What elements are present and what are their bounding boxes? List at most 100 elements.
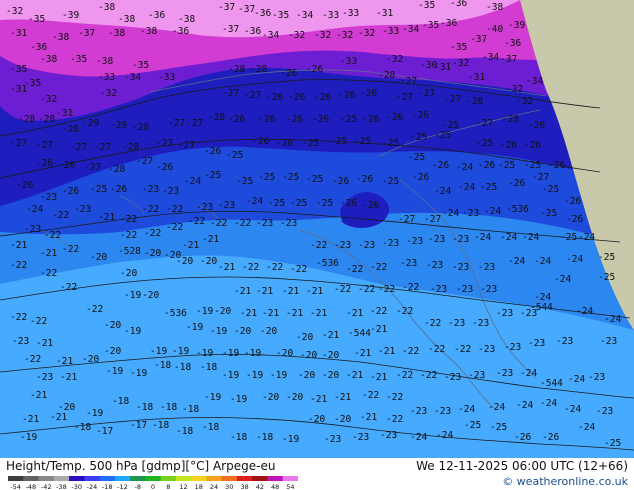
- contour-label: -26: [36, 158, 53, 169]
- contour-label: -38: [96, 56, 113, 67]
- contour-label: -25: [524, 160, 541, 171]
- contour-label: -32: [506, 84, 523, 95]
- contour-label: -24: [522, 232, 539, 243]
- contour-label: -25: [464, 420, 481, 431]
- contour-label: -25: [268, 198, 285, 209]
- contour-label: -22: [386, 414, 403, 425]
- contour-label: -18: [200, 362, 217, 373]
- contour-label: -25: [236, 176, 253, 187]
- contour-label: -23: [406, 236, 423, 247]
- colorbar-tick: -8: [134, 483, 140, 490]
- contour-label: -21: [370, 324, 387, 335]
- contour-label: -21: [234, 286, 251, 297]
- contour-label: -28: [122, 142, 139, 153]
- contour-label: -33: [98, 72, 115, 83]
- contour-label: -26: [288, 92, 305, 103]
- contour-label: -25: [410, 132, 427, 143]
- contour-label: -24: [516, 400, 533, 411]
- contour-label: -28: [62, 124, 79, 135]
- contour-label: -36: [172, 26, 189, 37]
- contour-label: -26: [386, 112, 403, 123]
- contour-label: -22: [358, 284, 375, 295]
- contour-label: -36: [30, 42, 47, 53]
- colorbar-swatch: [23, 476, 39, 481]
- contour-label: -20: [104, 346, 121, 357]
- contour-label: -26: [228, 114, 245, 125]
- contour-label: -23: [410, 406, 427, 417]
- contour-label: -22: [120, 214, 137, 225]
- contour-label: -25: [330, 136, 347, 147]
- contour-label: -25: [226, 150, 243, 161]
- contour-label: -26: [412, 110, 429, 121]
- contour-label: -23: [496, 368, 513, 379]
- contour-label: -21: [50, 412, 67, 423]
- contour-label: -20: [298, 370, 315, 381]
- contour-label: -23: [428, 234, 445, 245]
- contour-label: -19: [106, 366, 123, 377]
- contour-label: -24: [540, 398, 557, 409]
- colorbar-swatch: [84, 476, 100, 481]
- contour-label: -25: [540, 208, 557, 219]
- contour-label: -38: [118, 14, 135, 25]
- contour-label: -19: [246, 370, 263, 381]
- contour-label: -26: [306, 64, 323, 75]
- contour-label: -22: [396, 370, 413, 381]
- contour-label: -21: [98, 212, 115, 223]
- contour-label: -23: [400, 258, 417, 269]
- contour-label: -33: [158, 72, 175, 83]
- contour-label: -21: [286, 308, 303, 319]
- colorbar-swatches: [8, 476, 298, 481]
- contour-label: -544: [530, 302, 553, 313]
- contour-label: -23: [480, 284, 497, 295]
- colorbar-ticks: -54 -48 -42 -38 -30 -24 -18 -12 -8 0 8 12 18 24 30 38 42…: [10, 483, 294, 490]
- contour-label: -35: [10, 64, 27, 75]
- contour-label: -24: [578, 422, 595, 433]
- contour-label: -22: [370, 262, 387, 273]
- contour-label: -22: [346, 264, 363, 275]
- colorbar-tick: -24: [87, 483, 98, 490]
- contour-label: -22: [402, 346, 419, 357]
- colorbar-tick: -42: [41, 483, 52, 490]
- copyright-link[interactable]: © weatheronline.co.uk: [502, 475, 628, 488]
- contour-label: -21: [256, 286, 273, 297]
- contour-label: -34: [402, 24, 419, 35]
- contour-label: -25: [204, 170, 221, 181]
- colorbar-tick: 24: [210, 483, 218, 490]
- contour-label: -22: [234, 218, 251, 229]
- colorbar-swatch: [130, 476, 146, 481]
- contour-label: -23: [358, 240, 375, 251]
- contour-label: -23: [324, 434, 341, 445]
- contour-label: -18: [176, 426, 193, 437]
- contour-label: -26: [110, 184, 127, 195]
- contour-label: -19: [196, 306, 213, 317]
- colorbar-tick: 18: [195, 483, 203, 490]
- contour-label: -20: [276, 348, 293, 359]
- contour-label: -23: [256, 218, 273, 229]
- contour-label: -38: [52, 32, 69, 43]
- contour-label: -21: [60, 372, 77, 383]
- contour-label: -29: [110, 120, 127, 131]
- colorbar-swatch: [8, 476, 24, 481]
- contour-label: -38: [108, 28, 125, 39]
- contour-label: -22: [362, 390, 379, 401]
- contour-label: -19: [244, 348, 261, 359]
- contour-label: -26: [524, 140, 541, 151]
- contour-label: -35: [132, 60, 149, 71]
- contour-label: -26: [258, 114, 275, 125]
- contour-label: -18: [152, 420, 169, 431]
- contour-label: -19: [222, 348, 239, 359]
- colorbar-tick: 38: [240, 483, 248, 490]
- contour-label: -23: [556, 336, 573, 347]
- contour-label: -20: [120, 268, 137, 279]
- contour-label: -22: [120, 230, 137, 241]
- contour-label: -23: [478, 262, 495, 273]
- valid-datetime: We 12-11-2025 06:00 UTC (12+66): [416, 459, 628, 473]
- contour-label: -27: [244, 90, 261, 101]
- colorbar-swatch: [206, 476, 223, 481]
- contour-label: -28: [228, 64, 245, 75]
- contour-label: -22: [242, 262, 259, 273]
- contour-label: -26: [500, 140, 517, 151]
- contour-label: -536: [506, 204, 529, 215]
- contour-label: -37: [238, 4, 255, 15]
- contour-label: -38: [140, 26, 157, 37]
